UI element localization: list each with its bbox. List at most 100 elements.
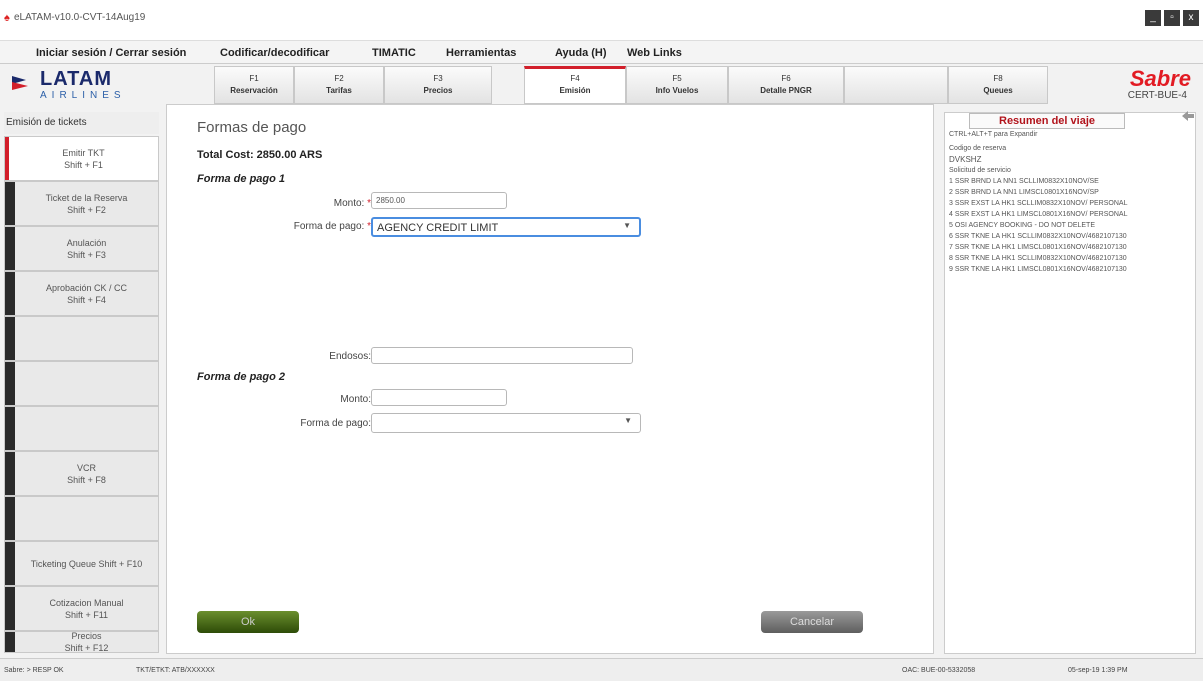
forma-pago-1-value: AGENCY CREDIT LIMIT <box>377 222 499 234</box>
tab-f3-precios[interactable]: F3 Precios <box>384 66 492 104</box>
minimize-button[interactable]: _ <box>1145 10 1161 26</box>
tab-label: Detalle PNGR <box>760 86 812 95</box>
tab-f2-tarifas[interactable]: F2 Tarifas <box>294 66 384 104</box>
page-title: Formas de pago <box>197 119 307 136</box>
tab-f8-queues[interactable]: F8 Queues <box>948 66 1048 104</box>
forma-pago-1-label-text: Forma de pago: <box>293 221 365 232</box>
list-item: 6 SSR TKNE LA HK1 SCLLIM0832X10NOV/46821… <box>949 233 1127 240</box>
app-window: ♠ eLATAM-v10.0-CVT-14Aug19 _ ▫ x Iniciar… <box>0 0 1203 681</box>
tab-label: Info Vuelos <box>655 86 699 95</box>
environment-label: CERT-BUE-4 <box>1127 90 1187 101</box>
sidebar-item-shortcut: Shift + F12 <box>64 643 109 653</box>
list-item: 3 SSR EXST LA HK1 SCLLIM0832X10NOV/ PERS… <box>949 200 1128 207</box>
tab-key: F6 <box>781 74 791 83</box>
menu-encode[interactable]: Codificar/decodificar <box>220 47 329 59</box>
list-item: 7 SSR TKNE LA HK1 LIMSCL0801X16NOV/46821… <box>949 244 1127 251</box>
sidebar-item-shortcut: Shift + F8 <box>67 474 106 485</box>
maximize-button[interactable]: ▫ <box>1164 10 1180 26</box>
trip-summary-body: Codigo de reserva DVKSHZ Solicitud de se… <box>949 143 1194 275</box>
sidebar-item-empty-2[interactable] <box>4 361 159 406</box>
menu-tools[interactable]: Herramientas <box>446 47 516 59</box>
list-item: 9 SSR TKNE LA HK1 LIMSCL0801X16NOV/46821… <box>949 266 1127 273</box>
window-title: eLATAM-v10.0-CVT-14Aug19 <box>14 12 146 23</box>
sidebar-item-label: VCR <box>76 462 96 473</box>
trip-summary-title: Resumen del viaje <box>969 113 1125 129</box>
tab-key: F1 <box>249 74 259 83</box>
monto-1-label: Monto: * <box>267 198 371 209</box>
sidebar-item-shortcut: Shift + F4 <box>67 294 106 305</box>
tab-f1-reservacion[interactable]: F1 Reservación <box>214 66 294 104</box>
sidebar-item-vcr[interactable]: VCR Shift + F8 <box>4 451 159 496</box>
sidebar-item-cotizacion-manual[interactable]: Cotizacion Manual Shift + F11 <box>4 586 159 631</box>
status-response: Sabre: > RESP OK <box>4 667 64 674</box>
list-item: 8 SSR TKNE LA HK1 SCLLIM0832X10NOV/46821… <box>949 255 1127 262</box>
list-item: 5 OSI AGENCY BOOKING - DO NOT DELETE <box>949 222 1095 229</box>
latam-logo-icon <box>12 76 28 90</box>
window-controls: _ ▫ x <box>1145 10 1199 26</box>
tab-label: Precios <box>423 86 453 95</box>
forma-pago-2-select[interactable]: ▼ <box>371 413 641 433</box>
tab-label: Queues <box>983 86 1013 95</box>
back-arrow-icon[interactable] <box>1180 110 1196 122</box>
endosos-input[interactable] <box>371 347 633 364</box>
tab-f6-detalle-pngr[interactable]: F6 Detalle PNGR <box>728 66 844 104</box>
tab-label: Reservación <box>230 86 278 95</box>
menu-help[interactable]: Ayuda (H) <box>555 47 607 59</box>
sidebar-item-aprobacion[interactable]: Aprobación CK / CC Shift + F4 <box>4 271 159 316</box>
required-marker: * <box>364 198 371 209</box>
sabre-logo: Sabre CERT-BUE-4 <box>1068 66 1203 102</box>
tab-f4-emision[interactable]: F4 Emisión <box>524 66 626 104</box>
sidebar-item-empty-3[interactable] <box>4 406 159 451</box>
sidebar-item-anulacion[interactable]: Anulación Shift + F3 <box>4 226 159 271</box>
booking-code: DVKSHZ <box>949 155 982 164</box>
menu-login[interactable]: Iniciar sesión / Cerrar sesión <box>36 47 186 59</box>
latam-logo: LATAM AIRLINES <box>10 68 160 108</box>
forma-pago-2-label: Forma de pago: <box>300 418 371 429</box>
monto-1-input[interactable] <box>371 192 507 209</box>
sidebar-header: Emisión de tickets <box>4 112 159 134</box>
forma-pago-1-select[interactable]: AGENCY CREDIT LIMIT ▼ <box>371 217 641 237</box>
sidebar-item-ticket-reserva[interactable]: Ticket de la Reserva Shift + F2 <box>4 181 159 226</box>
total-cost: Total Cost: 2850.00 ARS <box>197 149 323 161</box>
sidebar-item-label: Anulación <box>66 237 107 248</box>
tab-key: F8 <box>993 74 1003 83</box>
sidebar-item-shortcut: Shift + F11 <box>64 609 109 620</box>
monto-2-input[interactable] <box>371 389 507 406</box>
status-datetime: 05-sep-19 1:39 PM <box>1068 667 1128 674</box>
sidebar-item-empty-1[interactable] <box>4 316 159 361</box>
latam-wordmark: LATAM <box>40 68 113 90</box>
endosos-label: Endosos: <box>329 351 371 362</box>
close-button[interactable]: x <box>1183 10 1199 26</box>
list-item: 2 SSR BRND LA NN1 LIMSCL0801X16NOV/SP <box>949 189 1099 196</box>
tab-key: F5 <box>672 74 682 83</box>
chevron-down-icon: ▼ <box>624 416 632 425</box>
sidebar-item-shortcut: Shift + F2 <box>67 204 106 215</box>
section-forma-pago-2: Forma de pago 2 <box>197 371 286 383</box>
required-marker: * <box>364 221 371 232</box>
sidebar-item-shortcut: Shift + F3 <box>67 249 106 260</box>
sidebar-item-emitir-tkt[interactable]: Emitir TKT Shift + F1 <box>4 136 159 181</box>
tab-label: Emisión <box>559 86 591 95</box>
tab-empty[interactable] <box>844 66 948 104</box>
booking-code-label: Codigo de reserva <box>949 145 1007 152</box>
menu-weblinks[interactable]: Web Links <box>627 47 682 59</box>
tab-label: Tarifas <box>326 86 352 95</box>
tab-f5-info-vuelos[interactable]: F5 Info Vuelos <box>626 66 728 104</box>
sidebar-item-shortcut: Shift + F1 <box>64 159 103 170</box>
airlines-wordmark: AIRLINES <box>40 90 126 101</box>
title-bar: ♠ eLATAM-v10.0-CVT-14Aug19 _ ▫ x <box>0 0 1203 40</box>
sidebar-item-empty-4[interactable] <box>4 496 159 541</box>
menu-timatic[interactable]: TIMATIC <box>372 47 416 59</box>
section-forma-pago-1: Forma de pago 1 <box>197 173 286 185</box>
tab-key: F2 <box>334 74 344 83</box>
trip-summary-panel: Resumen del viaje CTRL+ALT+T para Expand… <box>944 112 1196 654</box>
sidebar-item-label: Ticket de la Reserva <box>45 192 128 203</box>
list-item: 1 SSR BRND LA NN1 SCLLIM0832X10NOV/SE <box>949 178 1099 185</box>
app-logo-icon: ♠ <box>4 12 10 24</box>
cancel-button[interactable]: Cancelar <box>761 611 863 633</box>
expand-hint: CTRL+ALT+T para Expandir <box>949 131 1038 138</box>
ok-button[interactable]: Ok <box>197 611 299 633</box>
sidebar-item-ticketing-queue[interactable]: Ticketing Queue Shift + F10 <box>4 541 159 586</box>
sidebar-item-precios[interactable]: Precios Shift + F12 <box>4 631 159 653</box>
forma-pago-1-label: Forma de pago: * <box>247 221 371 232</box>
